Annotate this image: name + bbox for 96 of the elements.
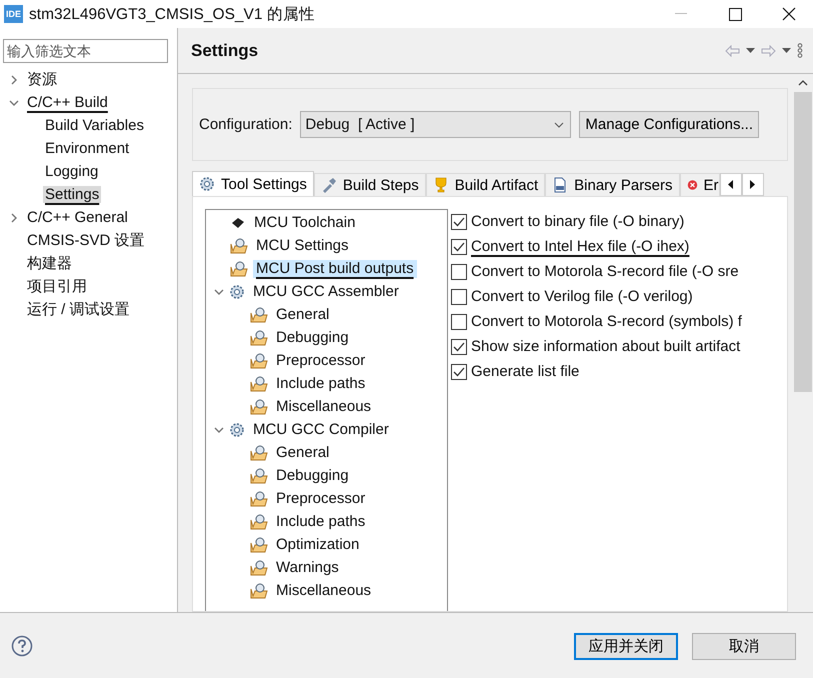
folder-icon xyxy=(250,330,268,346)
sidebar-item[interactable]: C/C++ General xyxy=(25,209,130,226)
option-label: Generate list file xyxy=(471,363,580,380)
checkbox[interactable] xyxy=(451,338,467,354)
gear-icon xyxy=(229,422,245,438)
option-label: Convert to Intel Hex file (-O ihex) xyxy=(471,238,690,255)
checkbox[interactable] xyxy=(451,364,467,380)
tab[interactable]: Er xyxy=(680,173,720,196)
sidebar-item[interactable]: Build Variables xyxy=(43,117,146,134)
scroll-right-button[interactable] xyxy=(742,173,764,196)
close-icon xyxy=(782,7,796,21)
folder-icon xyxy=(250,398,268,414)
sidebar-item[interactable]: 资源 xyxy=(25,70,59,89)
sidebar-item[interactable]: 运行 / 调试设置 xyxy=(25,300,132,319)
folder-icon xyxy=(250,468,268,484)
tab[interactable]: Tool Settings xyxy=(192,171,314,196)
option-label: Convert to Verilog file (-O verilog) xyxy=(471,288,693,305)
error-icon xyxy=(686,178,698,192)
folder-icon xyxy=(250,536,268,552)
folder-icon xyxy=(250,514,268,530)
triangle-right-icon xyxy=(750,180,756,189)
folder-icon xyxy=(250,444,268,460)
checkbox[interactable] xyxy=(451,264,467,280)
scrollbar-thumb[interactable] xyxy=(794,92,812,392)
page-title: Settings xyxy=(191,40,258,60)
tree-item[interactable]: General xyxy=(273,306,332,324)
sidebar-item[interactable]: 构建器 xyxy=(25,254,74,273)
chevron-down-icon xyxy=(554,122,564,128)
configuration-label: Configuration: xyxy=(199,116,292,133)
tree-item[interactable]: Debugging xyxy=(273,466,352,484)
tree-item[interactable]: Miscellaneous xyxy=(273,582,374,600)
scroll-up-icon[interactable] xyxy=(798,80,808,86)
option-label: Convert to Motorola S-record file (-O sre xyxy=(471,263,739,280)
tab[interactable]: Build Steps xyxy=(314,173,426,196)
tree-item[interactable]: Include paths xyxy=(273,512,368,530)
sidebar-item[interactable]: CMSIS-SVD 设置 xyxy=(25,231,147,250)
option-label: Convert to Motorola S-record (symbols) f xyxy=(471,313,742,330)
folder-icon xyxy=(250,352,268,368)
chevron-down-icon[interactable] xyxy=(9,98,19,108)
more-menu-icon[interactable] xyxy=(797,43,803,58)
folder-icon xyxy=(230,238,248,254)
manage-configurations-button[interactable]: Manage Configurations... xyxy=(579,111,760,138)
sidebar-item[interactable]: Settings xyxy=(43,186,102,203)
folder-icon xyxy=(250,376,268,392)
app-logo: IDE xyxy=(4,5,24,23)
tree-item[interactable]: MCU GCC Compiler xyxy=(250,420,392,438)
folder-icon xyxy=(250,306,268,322)
tab[interactable]: Binary Parsers xyxy=(545,173,680,196)
sidebar-item[interactable]: C/C++ Build xyxy=(25,94,110,111)
tree-item[interactable]: Preprocessor xyxy=(273,352,368,370)
maximize-icon xyxy=(728,8,742,20)
tab[interactable]: Build Artifact xyxy=(426,173,546,196)
tree-item[interactable]: MCU Settings xyxy=(253,236,352,254)
hammer-icon xyxy=(320,177,337,193)
gear-icon xyxy=(199,176,215,192)
tree-item[interactable]: Include paths xyxy=(273,374,368,392)
tree-item[interactable]: Optimization xyxy=(273,536,362,554)
minimize-icon xyxy=(675,13,687,15)
gear-icon xyxy=(229,284,245,300)
tree-item[interactable]: MCU Post build outputs xyxy=(253,260,417,278)
sidebar-item[interactable]: Logging xyxy=(43,163,100,180)
chevron-right-icon[interactable] xyxy=(9,74,19,84)
option-label: Convert to binary file (-O binary) xyxy=(471,213,684,230)
option-label: Show size information about built artifact xyxy=(471,338,740,355)
dialog-button[interactable]: 取消 xyxy=(692,632,796,660)
binary-file-icon xyxy=(552,177,568,193)
tree-item[interactable]: MCU Toolchain xyxy=(251,214,358,232)
chevron-down-icon[interactable] xyxy=(214,424,224,434)
dialog-button[interactable]: 应用并关闭 xyxy=(574,632,678,660)
filter-field[interactable]: 输入筛选文本 xyxy=(3,39,168,63)
checkbox[interactable] xyxy=(451,214,467,230)
checkbox[interactable] xyxy=(451,238,467,254)
sidebar-item[interactable]: Environment xyxy=(43,140,132,157)
window-title: stm32L496VGT3_CMSIS_OS_V1 的属性 xyxy=(29,4,316,24)
tree-item[interactable]: Miscellaneous xyxy=(273,398,374,416)
folder-icon xyxy=(250,490,268,506)
dropdown-caret-icon[interactable] xyxy=(782,48,791,54)
folder-icon xyxy=(250,560,268,576)
dropdown-caret-icon[interactable] xyxy=(746,48,755,54)
help-icon[interactable] xyxy=(11,635,33,657)
trophy-icon xyxy=(432,177,449,193)
scroll-left-button[interactable] xyxy=(720,173,742,196)
tree-item[interactable]: Warnings xyxy=(273,558,342,576)
chevron-right-icon[interactable] xyxy=(9,212,19,222)
tree-item[interactable]: Preprocessor xyxy=(273,490,368,508)
sidebar-item[interactable]: 项目引用 xyxy=(25,277,89,296)
tree-item[interactable]: MCU GCC Assembler xyxy=(250,282,402,300)
configuration-dropdown[interactable]: Debug [ Active ] xyxy=(300,111,572,138)
chevron-down-icon[interactable] xyxy=(214,286,224,296)
checkbox[interactable] xyxy=(451,314,467,330)
tree-item[interactable]: General xyxy=(273,444,332,462)
checkbox[interactable] xyxy=(451,288,467,304)
folder-icon xyxy=(230,260,248,276)
tree-item[interactable]: Debugging xyxy=(273,328,352,346)
triangle-left-icon xyxy=(728,180,734,189)
folder-icon xyxy=(250,582,268,598)
